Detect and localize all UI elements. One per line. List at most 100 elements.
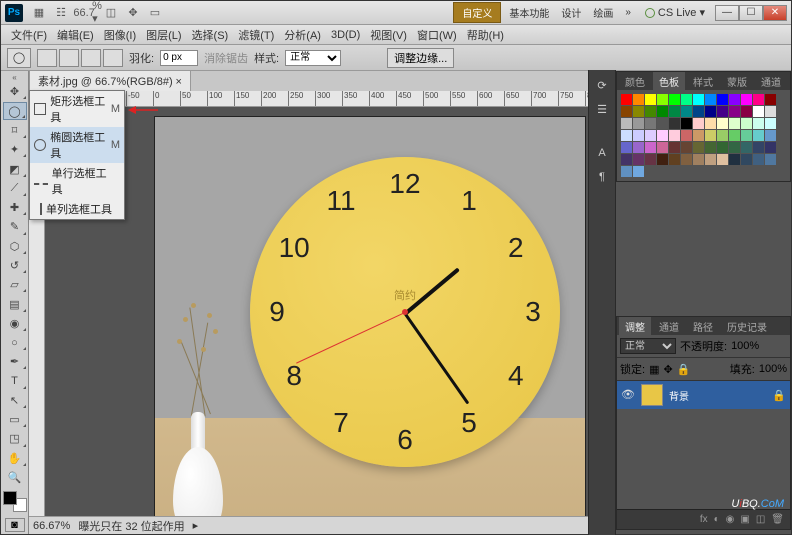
color-picker[interactable] [3,491,27,512]
swatch[interactable] [657,154,668,165]
flyout-item-rect[interactable]: 矩形选框工具M [30,91,124,127]
stamp-tool[interactable]: ⬡ [3,238,27,255]
swatch[interactable] [681,118,692,129]
swatch[interactable] [693,106,704,117]
selection-intersect[interactable] [103,49,123,67]
fill-value[interactable]: 100% [759,363,787,375]
swatch[interactable] [765,142,776,153]
swatch[interactable] [621,166,632,177]
swatch[interactable] [657,130,668,141]
tab-swatches[interactable]: 色板 [653,72,685,91]
cslive-button[interactable]: CS Live ▾ [645,6,705,19]
swatch[interactable] [717,154,728,165]
zoom-display[interactable]: 66.7% ▾ [81,5,97,21]
swatch[interactable] [657,106,668,117]
swatch[interactable] [633,154,644,165]
screenmode-icon[interactable]: ▭ [147,5,163,21]
menu-edit[interactable]: 编辑(E) [53,25,98,45]
swatch[interactable] [741,130,752,141]
swatch[interactable] [753,142,764,153]
swatch[interactable] [669,142,680,153]
hand-tool[interactable]: ✋ [3,450,27,467]
path-select-tool[interactable]: ↖ [3,392,27,409]
flyout-item-ellipse[interactable]: 椭圆选框工具M [30,127,124,163]
tab-paths[interactable]: 路径 [687,317,719,336]
toolbar-collapse[interactable]: « [1,73,28,82]
swatch[interactable] [633,94,644,105]
swatch[interactable] [717,94,728,105]
magic-wand-tool[interactable]: ✦ [3,141,27,158]
swatch[interactable] [705,94,716,105]
swatch[interactable] [657,142,668,153]
swatch[interactable] [681,154,692,165]
eyedropper-tool[interactable]: ⟋ [3,180,27,197]
swatch[interactable] [741,154,752,165]
swatch[interactable] [741,118,752,129]
3d-tool[interactable]: ◳ [3,430,27,447]
eraser-tool[interactable]: ▱ [3,276,27,293]
menu-select[interactable]: 选择(S) [188,25,233,45]
active-tool-icon[interactable]: ◯ [7,48,31,68]
tab-close-icon[interactable]: × [175,76,181,88]
feather-input[interactable] [160,50,198,66]
tab-channels[interactable]: 通道 [755,72,787,91]
swatch[interactable] [705,130,716,141]
menu-image[interactable]: 图像(I) [100,25,140,45]
swatch[interactable] [765,94,776,105]
swatch[interactable] [741,94,752,105]
swatch[interactable] [729,94,740,105]
selection-subtract[interactable] [81,49,101,67]
tab-styles[interactable]: 样式 [687,72,719,91]
document-tab[interactable]: 素材.jpg @ 66.7%(RGB/8#) × [29,71,191,92]
swatch[interactable] [645,142,656,153]
blur-tool[interactable]: ◉ [3,315,27,332]
swatches-grid[interactable] [617,90,790,181]
swatch[interactable] [765,130,776,141]
swatch[interactable] [693,130,704,141]
swatch[interactable] [729,106,740,117]
panel-icon-brushes[interactable]: ☰ [592,100,612,118]
swatch[interactable] [669,118,680,129]
swatch[interactable] [705,106,716,117]
gradient-tool[interactable]: ▤ [3,295,27,312]
style-select[interactable]: 正常 [285,50,341,66]
hand-icon[interactable]: ✥ [125,5,141,21]
status-zoom[interactable]: 66.67% [33,520,70,532]
swatch[interactable] [657,118,668,129]
workspace-basic[interactable]: 基本功能 [505,5,553,20]
tab-masks[interactable]: 蒙版 [721,72,753,91]
marquee-tool[interactable]: ◯ [3,102,27,120]
tab-color[interactable]: 颜色 [619,72,651,91]
workspace-design[interactable]: 设计 [557,5,585,20]
lock-all-icon[interactable]: 🔒 [677,363,691,376]
menu-analysis[interactable]: 分析(A) [280,25,325,45]
view-rotate-icon[interactable]: ◫ [103,5,119,21]
swatch[interactable] [741,142,752,153]
minimize-button[interactable]: — [715,5,739,21]
tab-ch[interactable]: 通道 [653,317,685,336]
swatch[interactable] [717,106,728,117]
tab-adjust[interactable]: 调整 [619,317,651,336]
brush-tool[interactable]: ✎ [3,218,27,235]
new-layer-icon[interactable]: ◫ [756,514,765,525]
move-tool[interactable]: ✥ [3,83,27,100]
swatch[interactable] [729,154,740,165]
swatch[interactable] [693,94,704,105]
swatch[interactable] [717,118,728,129]
panel-icon-history[interactable]: ⟳ [592,76,612,94]
swatch[interactable] [645,106,656,117]
minibridge-icon[interactable]: ☷ [53,5,69,21]
swatch[interactable] [717,130,728,141]
menu-filter[interactable]: 滤镜(T) [234,25,278,45]
swatch[interactable] [741,106,752,117]
swatch[interactable] [657,94,668,105]
tab-history[interactable]: 历史记录 [721,317,773,336]
swatch[interactable] [645,118,656,129]
close-button[interactable]: ✕ [763,5,787,21]
workspace-more[interactable]: » [621,7,635,18]
swatch[interactable] [633,166,644,177]
swatch[interactable] [705,118,716,129]
flyout-item-row[interactable]: 单行选框工具 [30,163,124,199]
menu-help[interactable]: 帮助(H) [463,25,508,45]
swatch[interactable] [753,106,764,117]
